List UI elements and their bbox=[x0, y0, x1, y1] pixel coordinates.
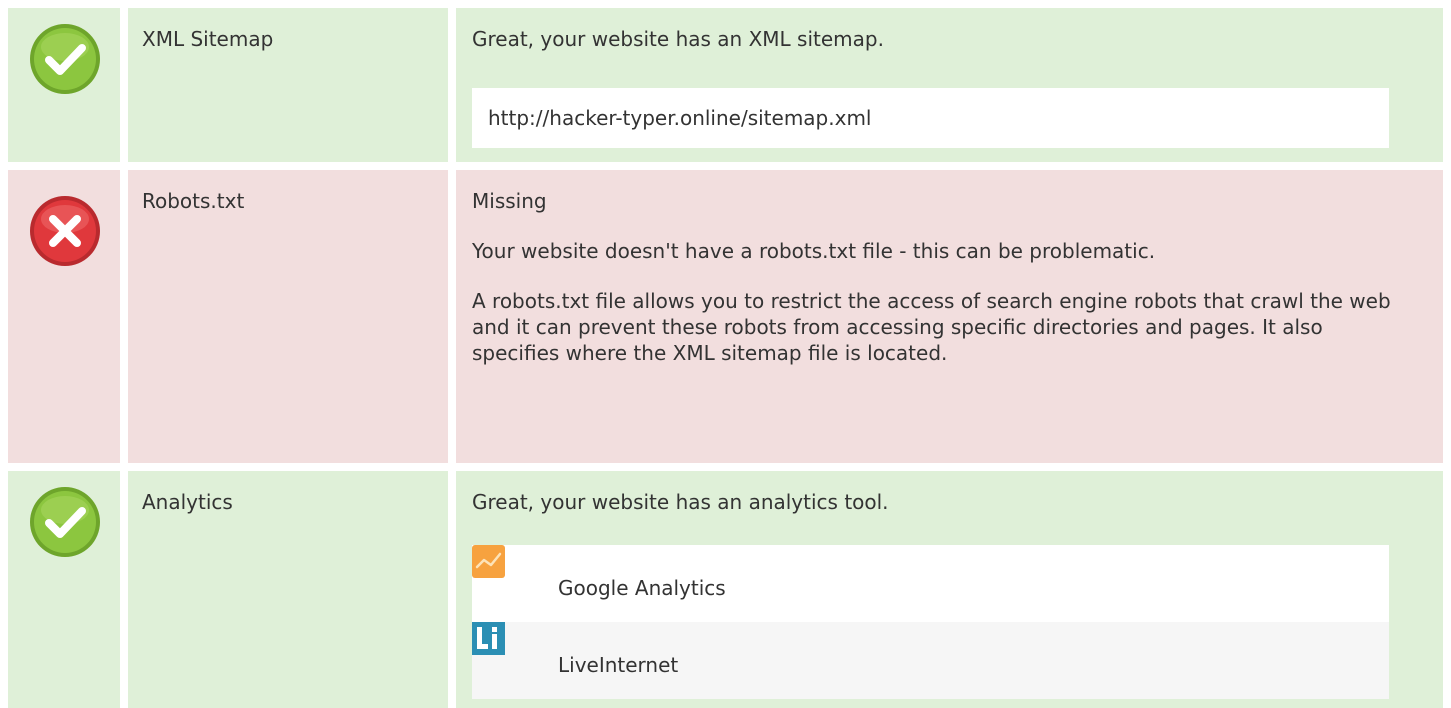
liveinternet-icon bbox=[472, 622, 505, 655]
check-message: Great, your website has an analytics too… bbox=[472, 490, 889, 514]
check-result-text: Missing Your website doesn't have a robo… bbox=[472, 188, 1412, 390]
tool-name: LiveInternet bbox=[558, 653, 679, 677]
cross-circle-icon bbox=[30, 196, 100, 266]
sitemap-row: XML Sitemap Great, your website has an X… bbox=[8, 8, 1443, 162]
robots-row: Robots.txt Missing Your website doesn't … bbox=[8, 170, 1443, 463]
check-circle-icon bbox=[30, 24, 100, 94]
analytics-row: Analytics Great, your website has an ana… bbox=[8, 471, 1443, 708]
check-result-cell: Great, your website has an XML sitemap. … bbox=[456, 8, 1443, 162]
check-label-cell: Analytics bbox=[128, 471, 448, 708]
sitemap-url-link[interactable]: http://hacker-typer.online/sitemap.xml bbox=[472, 88, 1389, 148]
check-label-cell: XML Sitemap bbox=[128, 8, 448, 162]
check-detail: Your website doesn't have a robots.txt f… bbox=[472, 239, 1156, 263]
tool-name: Google Analytics bbox=[558, 576, 726, 600]
analytics-tool-list: Google Analytics LiveInternet bbox=[472, 545, 1389, 699]
check-label: Robots.txt bbox=[142, 189, 245, 213]
status-icon-cell bbox=[8, 8, 120, 162]
check-label: Analytics bbox=[142, 490, 233, 514]
list-item: LiveInternet bbox=[472, 622, 1389, 699]
check-message: Missing bbox=[472, 189, 547, 213]
check-label-cell: Robots.txt bbox=[128, 170, 448, 463]
check-message: Great, your website has an XML sitemap. bbox=[472, 27, 884, 51]
check-label: XML Sitemap bbox=[142, 27, 274, 51]
check-result-cell: Missing Your website doesn't have a robo… bbox=[456, 170, 1443, 463]
check-result-cell: Great, your website has an analytics too… bbox=[456, 471, 1443, 708]
check-circle-icon bbox=[30, 487, 100, 557]
status-icon-cell bbox=[8, 170, 120, 463]
google-analytics-icon bbox=[472, 545, 505, 578]
list-item: Google Analytics bbox=[472, 545, 1389, 622]
status-icon-cell bbox=[8, 471, 120, 708]
check-explanation: A robots.txt file allows you to restrict… bbox=[472, 289, 1391, 365]
